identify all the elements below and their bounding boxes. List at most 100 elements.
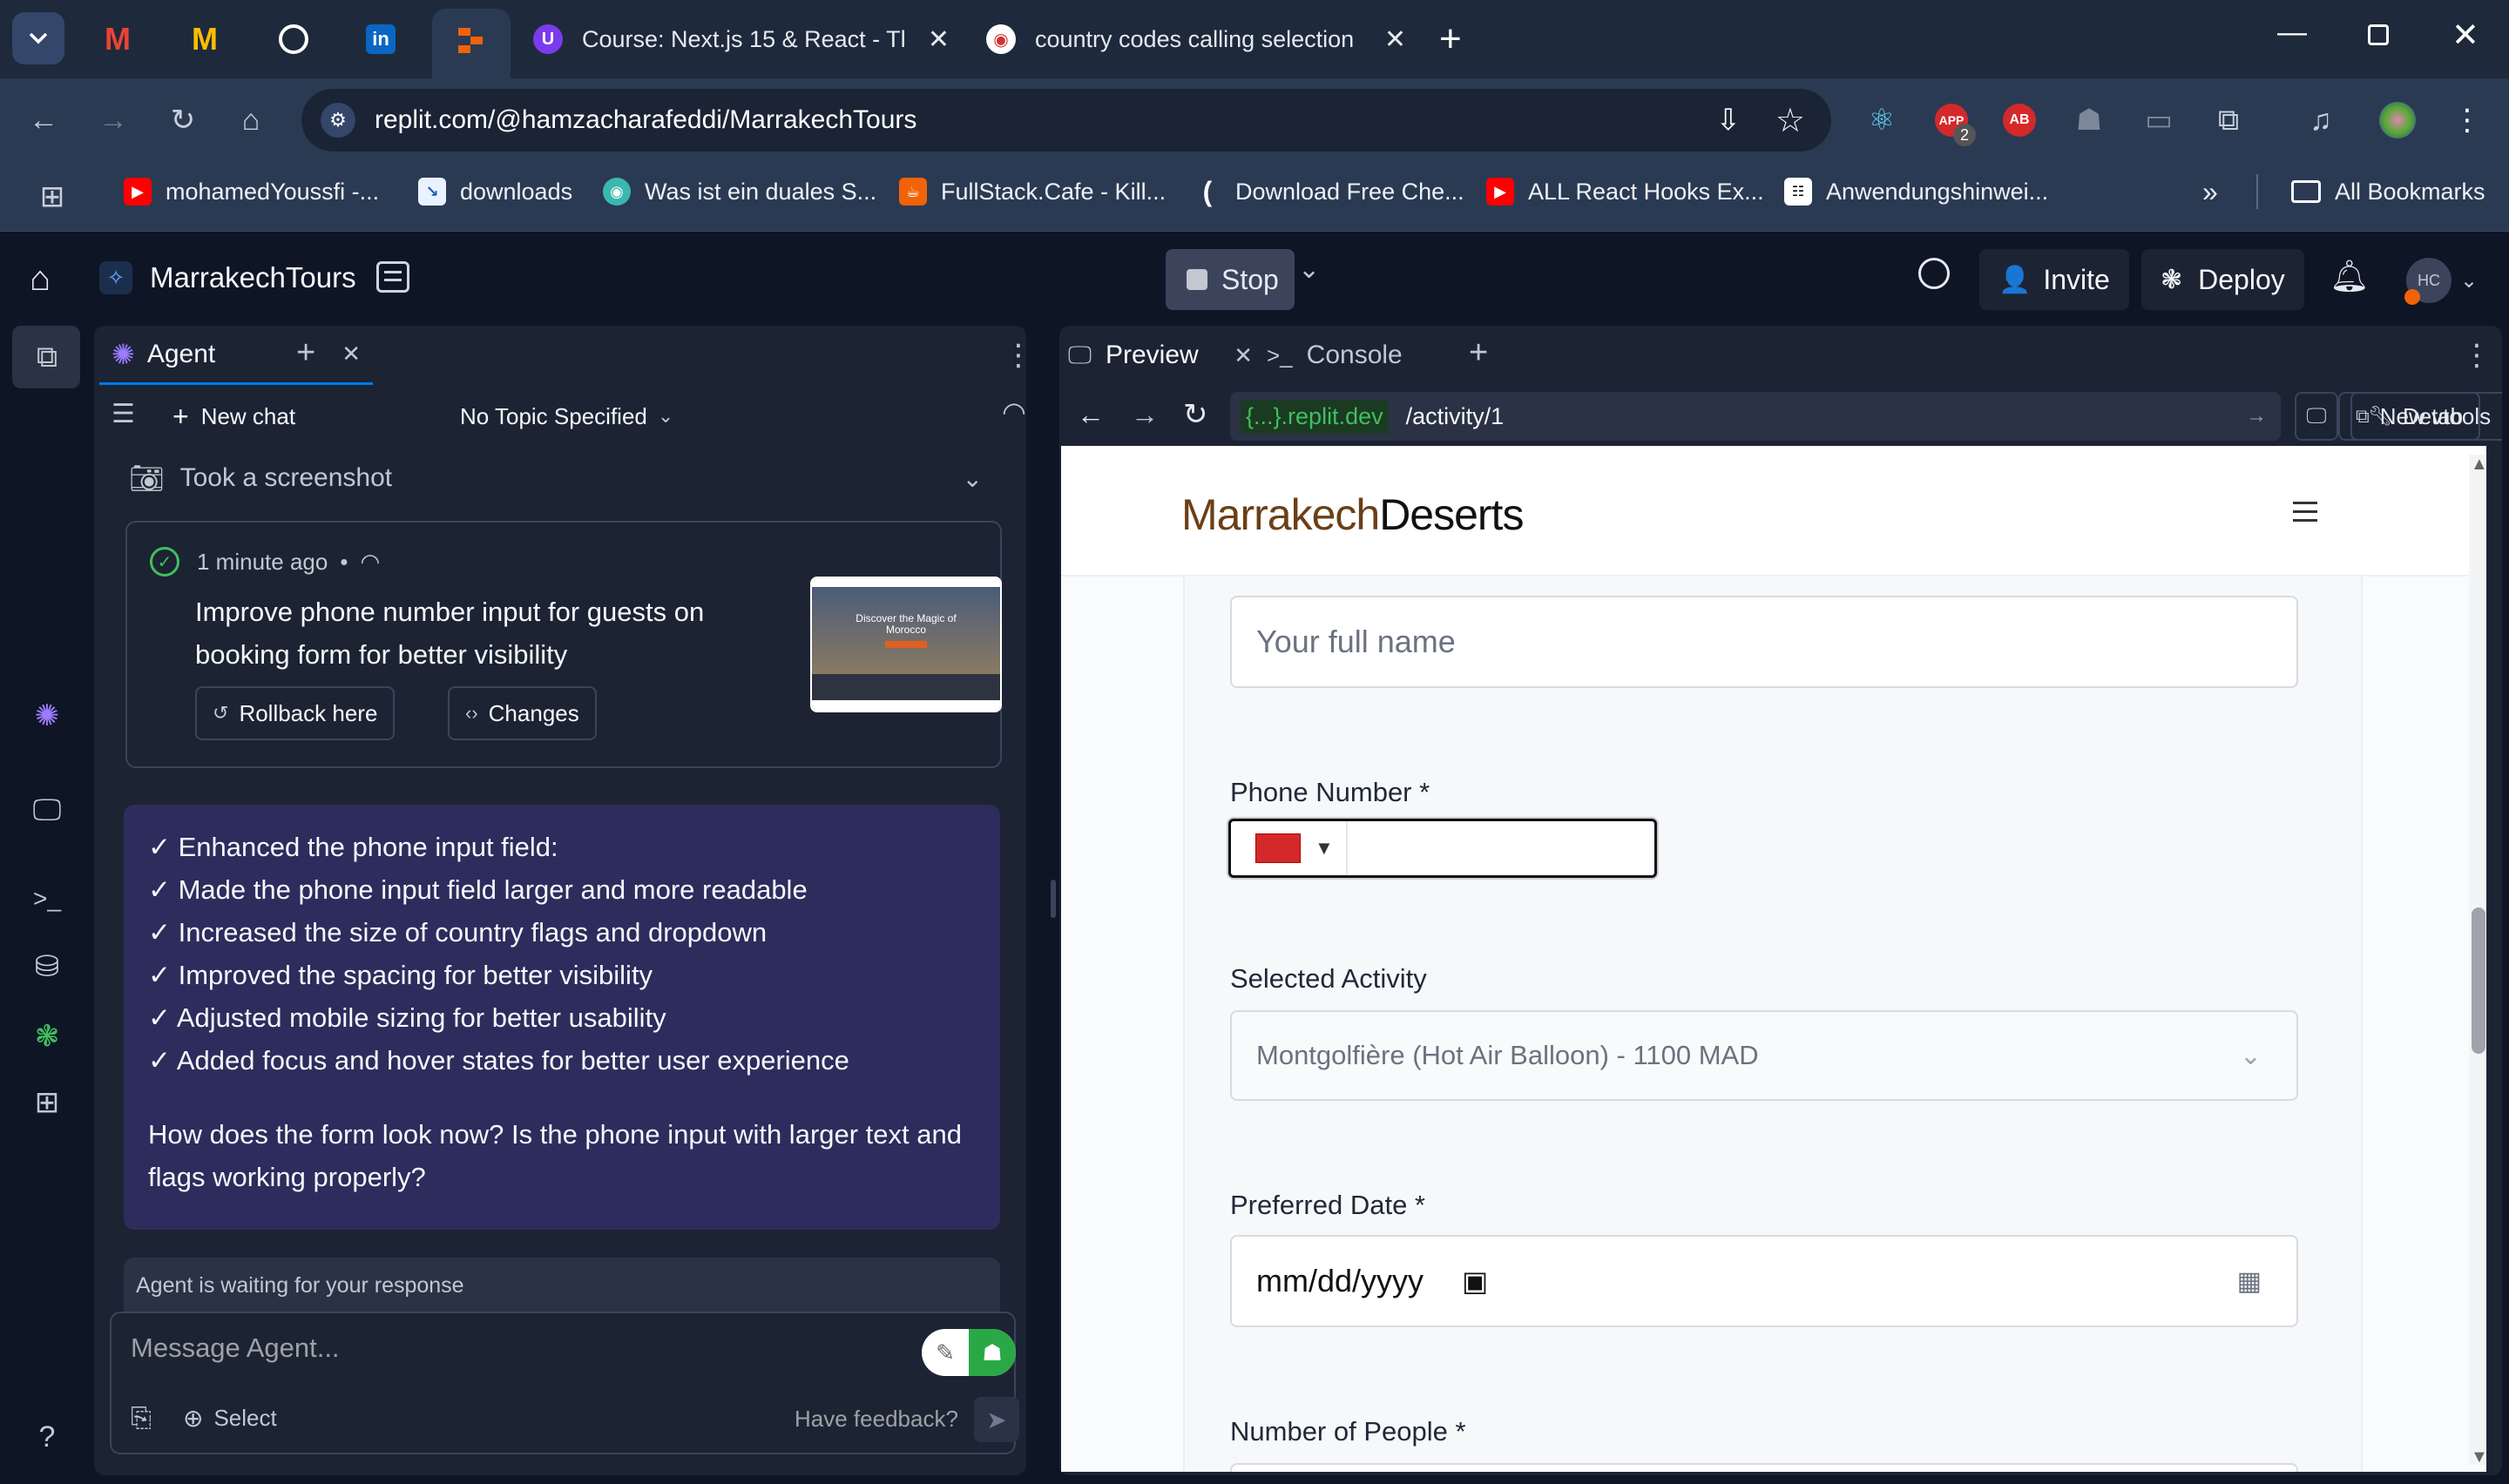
- open-new-tab-button[interactable]: ⧉ New tab: [2338, 392, 2481, 441]
- bookmark-star-icon[interactable]: ☆: [1775, 101, 1805, 140]
- address-bar[interactable]: ⚙ replit.com/@hamzacharafeddi/MarrakechT…: [301, 89, 1831, 152]
- picture-in-picture-icon[interactable]: ▭: [2138, 99, 2180, 141]
- preview-forward-icon[interactable]: →: [1131, 399, 1159, 431]
- country-flag-icon[interactable]: [1255, 833, 1301, 863]
- install-app-icon[interactable]: ⇩: [1716, 103, 1741, 138]
- deploy-button[interactable]: ❃ Deploy: [2141, 249, 2304, 310]
- tab-course[interactable]: U Course: Next.js 15 & React - The ✕: [533, 12, 950, 66]
- notifications-bell-icon[interactable]: 🔔︎: [2330, 258, 2370, 294]
- scroll-up-arrow-icon[interactable]: ▲: [2471, 455, 2486, 475]
- react-devtools-icon[interactable]: ⚛: [1861, 99, 1903, 141]
- minimize-icon[interactable]: —: [2277, 16, 2307, 50]
- bookmark-item[interactable]: ▶ mohamedYoussfi -...: [124, 174, 379, 209]
- maximize-icon[interactable]: [2368, 24, 2389, 45]
- close-tab-icon[interactable]: ✕: [342, 341, 361, 368]
- bookmark-item[interactable]: ☕ FullStack.Cafe - Kill...: [899, 174, 1166, 209]
- close-tab-icon[interactable]: ✕: [1384, 24, 1406, 55]
- changes-button[interactable]: ‹› Changes: [448, 686, 597, 740]
- people-input[interactable]: [1230, 1463, 2298, 1472]
- chrome-menu-icon[interactable]: ⋮: [2446, 99, 2488, 141]
- agent-mode-toggle[interactable]: ✎ ☗: [922, 1329, 1016, 1376]
- phone-input[interactable]: ▼: [1228, 819, 1657, 878]
- bookmark-item[interactable]: ☷ Anwendungshinwei...: [1784, 174, 2048, 209]
- usage-gauge-icon[interactable]: ◠: [1002, 395, 1026, 428]
- robot-extension-icon[interactable]: ☗: [2068, 99, 2110, 141]
- scrollbar-track[interactable]: ▲ ▼: [2469, 455, 2486, 1467]
- go-arrow-icon[interactable]: →: [2246, 404, 2267, 428]
- preview-url-bar[interactable]: {...}.replit.dev /activity/1 →: [1230, 392, 2281, 441]
- reload-icon[interactable]: ↻: [162, 99, 204, 141]
- bookmark-item[interactable]: ↘ downloads: [418, 174, 572, 209]
- extensions-puzzle-icon[interactable]: ⧉: [2208, 99, 2249, 141]
- active-tab-replit[interactable]: [432, 9, 511, 78]
- tab-console[interactable]: >_ Console: [1267, 326, 1450, 385]
- rollback-button[interactable]: ↺ Rollback here: [195, 686, 396, 740]
- tab-agent[interactable]: ✺ Agent ✕: [99, 326, 373, 385]
- gmail-tab-icon[interactable]: M: [87, 16, 148, 63]
- gmail-tab-icon[interactable]: M: [174, 16, 235, 63]
- tab-search-chevron-icon[interactable]: [12, 12, 64, 64]
- hamburger-menu-icon[interactable]: [2293, 502, 2317, 522]
- linkedin-tab-icon[interactable]: in: [350, 16, 411, 63]
- home-icon[interactable]: ⌂: [30, 260, 51, 299]
- invite-button[interactable]: 👤 Invite: [1979, 249, 2129, 310]
- scrollbar-thumb[interactable]: [2472, 907, 2485, 1054]
- topic-selector[interactable]: No Topic Specified ⌄: [460, 397, 673, 435]
- media-control-icon[interactable]: ♫: [2300, 99, 2342, 141]
- site-logo[interactable]: MarrakechDeserts: [1181, 489, 1524, 540]
- date-input[interactable]: mm/dd/yyyy ▣ ▦: [1230, 1235, 2298, 1327]
- agent-tool-icon[interactable]: ✺: [26, 695, 68, 737]
- country-dropdown-caret-icon[interactable]: ▼: [1315, 837, 1334, 860]
- back-arrow-icon[interactable]: ←: [23, 99, 64, 141]
- all-bookmarks[interactable]: All Bookmarks: [2291, 174, 2485, 209]
- bookmark-item[interactable]: (Download Free Che...: [1194, 174, 1464, 209]
- screenshot-step[interactable]: 📷︎ Took a screenshot ⌄: [129, 456, 1000, 500]
- attach-paperclip-icon[interactable]: ⎘: [131, 1404, 152, 1433]
- preview-tool-icon[interactable]: 🖵︎: [26, 789, 68, 831]
- activity-select[interactable]: Montgolfière (Hot Air Balloon) - 1100 MA…: [1230, 1010, 2298, 1101]
- preview-reload-icon[interactable]: ↻: [1183, 397, 1208, 432]
- ext-app-icon[interactable]: APP 2: [1931, 99, 1976, 146]
- files-tool-icon[interactable]: ⧉: [26, 336, 68, 378]
- close-window-icon[interactable]: ✕: [2452, 16, 2479, 55]
- select-element-button[interactable]: ⊕ Select: [183, 1404, 277, 1433]
- stop-button[interactable]: Stop: [1166, 249, 1295, 310]
- project-details-icon[interactable]: [376, 261, 409, 293]
- adblock-icon[interactable]: AB: [1998, 99, 2040, 141]
- add-tab-plus-icon[interactable]: +: [296, 334, 315, 372]
- site-info-icon[interactable]: ⚙: [321, 103, 355, 138]
- forward-arrow-icon[interactable]: →: [92, 99, 134, 141]
- preview-back-icon[interactable]: ←: [1077, 399, 1105, 431]
- full-name-input[interactable]: Your full name: [1230, 596, 2298, 688]
- add-tab-plus-icon[interactable]: +: [1469, 334, 1488, 372]
- openai-tab-icon[interactable]: [263, 16, 324, 63]
- bookmark-item[interactable]: ▶ ALL React Hooks Ex...: [1486, 174, 1764, 209]
- more-bookmarks-chevron-icon[interactable]: »: [2202, 174, 2218, 209]
- bookmark-item[interactable]: ◉ Was ist ein duales S...: [603, 174, 876, 209]
- tab-preview[interactable]: 🖵︎ Preview ✕: [1068, 326, 1258, 385]
- run-options-chevron-icon[interactable]: ⌄: [1298, 254, 1320, 285]
- close-tab-icon[interactable]: ✕: [1234, 342, 1253, 369]
- new-chat-button[interactable]: + New chat: [172, 397, 295, 435]
- user-avatar[interactable]: HC ⌄: [2404, 258, 2478, 305]
- profile-avatar-icon[interactable]: [2377, 99, 2418, 141]
- scroll-down-arrow-icon[interactable]: ▼: [2471, 1447, 2486, 1467]
- message-input[interactable]: Message Agent...: [131, 1332, 340, 1364]
- tab-country-codes[interactable]: ◉ country codes calling selection ✕: [986, 12, 1406, 66]
- close-tab-icon[interactable]: ✕: [928, 24, 950, 55]
- project-title[interactable]: ✧ MarrakechTours: [99, 256, 356, 300]
- home-icon[interactable]: ⌂: [230, 99, 272, 141]
- feedback-link[interactable]: Have feedback?: [795, 1406, 958, 1433]
- chat-history-list-icon[interactable]: ☰: [112, 399, 135, 429]
- all-tools-grid-icon[interactable]: ⊞: [26, 1082, 68, 1123]
- screenshot-thumbnail[interactable]: Discover the Magic of Morocco: [810, 577, 1002, 712]
- help-icon[interactable]: ?: [26, 1416, 68, 1458]
- calendar-picker-icon[interactable]: ▣: [1462, 1265, 1488, 1298]
- pane-menu-icon[interactable]: ⋮: [1004, 338, 1033, 373]
- pane-menu-icon[interactable]: ⋮: [2462, 338, 2492, 373]
- deployments-tool-icon[interactable]: ❃: [26, 1015, 68, 1057]
- search-icon[interactable]: [1918, 258, 1950, 289]
- pane-resize-handle[interactable]: [1051, 880, 1056, 918]
- send-icon[interactable]: ➤: [974, 1397, 1019, 1442]
- database-tool-icon[interactable]: ⛁: [26, 946, 68, 988]
